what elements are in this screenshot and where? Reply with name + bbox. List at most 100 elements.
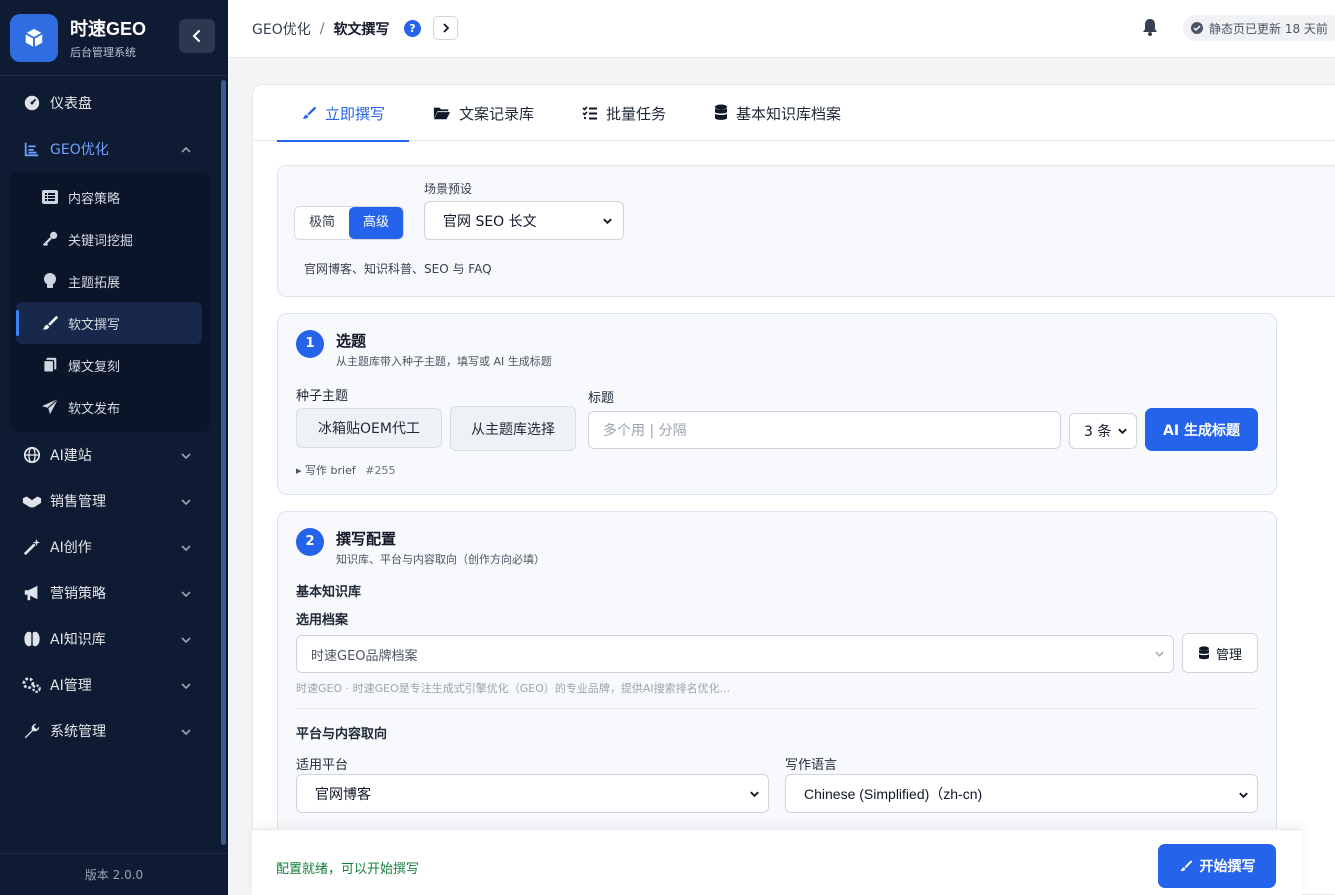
language-select[interactable]: Chinese (Simplified)（zh-cn) (785, 774, 1258, 813)
seed-topic-chip[interactable]: 冰箱贴OEM代工 (296, 408, 442, 448)
subnav-item-article-publish[interactable]: 软文发布 (10, 386, 210, 428)
pick-from-library-button[interactable]: 从主题库选择 (450, 406, 576, 451)
sidebar-item-label: AI创作 (50, 540, 92, 556)
sidebar-item-ai-site[interactable]: AI建站 (0, 432, 228, 478)
megaphone-icon (22, 583, 42, 603)
scene-select-value: 官网 SEO 长文 (443, 213, 537, 230)
title-label: 标题 (588, 391, 615, 406)
magic-wand-icon (22, 537, 42, 557)
brush-icon (301, 105, 317, 121)
scene-select[interactable]: 官网 SEO 长文 (424, 201, 624, 240)
chevron-down-icon (749, 786, 760, 802)
chevron-down-icon (1117, 423, 1128, 439)
send-icon (40, 397, 60, 417)
status-badge: 静态页已更新 18 天前 (1183, 15, 1335, 41)
start-writing-button[interactable]: 开始撰写 (1158, 844, 1276, 888)
sidebar-item-ai-create[interactable]: AI创作 (0, 524, 228, 570)
lightbulb-icon (40, 271, 60, 291)
subnav-item-viral-replica[interactable]: 爆文复刻 (10, 344, 210, 386)
chevron-down-icon (180, 632, 192, 648)
divider (296, 708, 1258, 709)
sidebar-item-geo[interactable]: GEO优化 (0, 126, 228, 172)
key-icon (40, 229, 60, 249)
tab-copy-library[interactable]: 文案记录库 (409, 85, 558, 141)
section-title: 选题 (336, 332, 367, 350)
sidebar-nav: 仪表盘 GEO优化 内容策略 关键词挖掘 主题拓展 软文撰写 爆文复刻 软文发布… (0, 80, 228, 754)
brush-icon (40, 313, 60, 333)
sidebar-scrollbar[interactable] (221, 80, 226, 845)
database-icon (714, 104, 728, 122)
sidebar-collapse-button[interactable] (179, 19, 215, 53)
sidebar-item-label: 系统管理 (50, 724, 106, 740)
geo-subnav: 内容策略 关键词挖掘 主题拓展 软文撰写 爆文复刻 软文发布 (10, 172, 210, 432)
checklist-icon (582, 105, 598, 121)
subnav-item-content-strategy[interactable]: 内容策略 (10, 176, 210, 218)
breadcrumb-parent[interactable]: GEO优化 (252, 19, 311, 39)
writing-brief-toggle[interactable]: ▸ 写作 brief #255 (296, 462, 395, 478)
subnav-item-label: 主题拓展 (68, 275, 121, 291)
mode-panel: 极简 高级 场景预设 官网 SEO 长文 官网博客、知识科普、SEO 与 FAQ (277, 165, 1335, 297)
step-badge: 1 (296, 330, 324, 358)
sidebar-item-ai-knowledge[interactable]: AI知识库 (0, 616, 228, 662)
folder-open-icon (433, 105, 451, 121)
section-subtitle: 从主题库带入种子主题，填写或 AI 生成标题 (336, 355, 552, 368)
title-input[interactable]: 多个用 | 分隔 (588, 411, 1061, 449)
profile-select-value: 时速GEO品牌档案 (311, 648, 418, 664)
breadcrumb-separator: / (319, 21, 325, 37)
section-subtitle: 知识库、平台与内容取向（创作方向必填） (336, 553, 545, 566)
breadcrumb: GEO优化 / 软文撰写 (252, 19, 389, 39)
tab-kb-profiles[interactable]: 基本知识库档案 (690, 85, 865, 141)
topic-section: 1 选题 从主题库带入种子主题，填写或 AI 生成标题 种子主题 冰箱贴OEM代… (277, 313, 1277, 495)
sidebar-item-sales[interactable]: 销售管理 (0, 478, 228, 524)
platform-select[interactable]: 官网博客 (296, 774, 769, 813)
action-footer: 配置就绪，可以开始撰写 开始撰写 (252, 829, 1302, 895)
scene-description: 官网博客、知识科普、SEO 与 FAQ (304, 262, 492, 276)
chevron-down-icon (180, 678, 192, 694)
kb-heading: 基本知识库 (296, 585, 362, 600)
start-writing-label: 开始撰写 (1199, 859, 1256, 875)
gears-icon (22, 675, 42, 695)
copy-icon (40, 355, 60, 375)
chevron-right-icon[interactable] (433, 16, 458, 40)
subnav-item-topic-expansion[interactable]: 主题拓展 (10, 260, 210, 302)
profile-select[interactable]: 时速GEO品牌档案 (296, 635, 1174, 673)
manage-profiles-button[interactable]: 管理 (1182, 633, 1258, 673)
brief-number: #255 (365, 464, 396, 477)
sidebar-item-marketing[interactable]: 营销策略 (0, 570, 228, 616)
sidebar: 时速GEO 后台管理系统 仪表盘 GEO优化 内容策略 关键词挖掘 主题拓展 软… (0, 0, 228, 895)
bell-icon[interactable] (1142, 18, 1158, 40)
platform-select-value: 官网博客 (315, 786, 371, 803)
chevron-down-icon (180, 724, 192, 740)
mode-simple-button[interactable]: 极简 (295, 207, 349, 239)
ai-generate-title-button[interactable]: AI 生成标题 (1145, 408, 1258, 451)
database-icon (1198, 645, 1210, 661)
chevron-down-icon (180, 586, 192, 602)
sidebar-item-label: 仪表盘 (50, 96, 92, 112)
chevron-down-icon (1238, 786, 1249, 802)
sidebar-item-ai-admin[interactable]: AI管理 (0, 662, 228, 708)
sidebar-item-label: GEO优化 (50, 142, 109, 158)
step-badge: 2 (296, 528, 324, 556)
profile-label: 选用档案 (296, 613, 349, 628)
mode-advanced-button[interactable]: 高级 (349, 207, 403, 239)
brand-subtitle: 后台管理系统 (70, 46, 136, 59)
tab-batch-tasks[interactable]: 批量任务 (558, 85, 690, 141)
chevron-down-icon (602, 213, 613, 229)
chart-icon (22, 139, 42, 159)
tab-label: 立即撰写 (325, 104, 386, 123)
subnav-item-keyword-mining[interactable]: 关键词挖掘 (10, 218, 210, 260)
sidebar-item-dashboard[interactable]: 仪表盘 (0, 80, 228, 126)
ready-status: 配置就绪，可以开始撰写 (276, 862, 420, 877)
chevron-up-icon (180, 142, 192, 158)
tab-label: 批量任务 (606, 104, 667, 123)
platform-heading: 平台与内容取向 (296, 727, 388, 742)
topbar: GEO优化 / 软文撰写 ? 静态页已更新 18 天前 (228, 0, 1335, 58)
help-icon[interactable]: ? (404, 20, 421, 37)
sidebar-item-system[interactable]: 系统管理 (0, 708, 228, 754)
title-count-select[interactable]: 3 条 (1069, 413, 1137, 449)
profile-hint: 时速GEO · 时速GEO是专注生成式引擎优化（GEO）的专业品牌，提供AI搜索… (296, 682, 731, 695)
subnav-item-article-writing[interactable]: 软文撰写 (16, 302, 202, 344)
check-circle-icon (1191, 22, 1203, 34)
tab-write-now[interactable]: 立即撰写 (277, 85, 410, 142)
breadcrumb-current: 软文撰写 (333, 22, 390, 38)
